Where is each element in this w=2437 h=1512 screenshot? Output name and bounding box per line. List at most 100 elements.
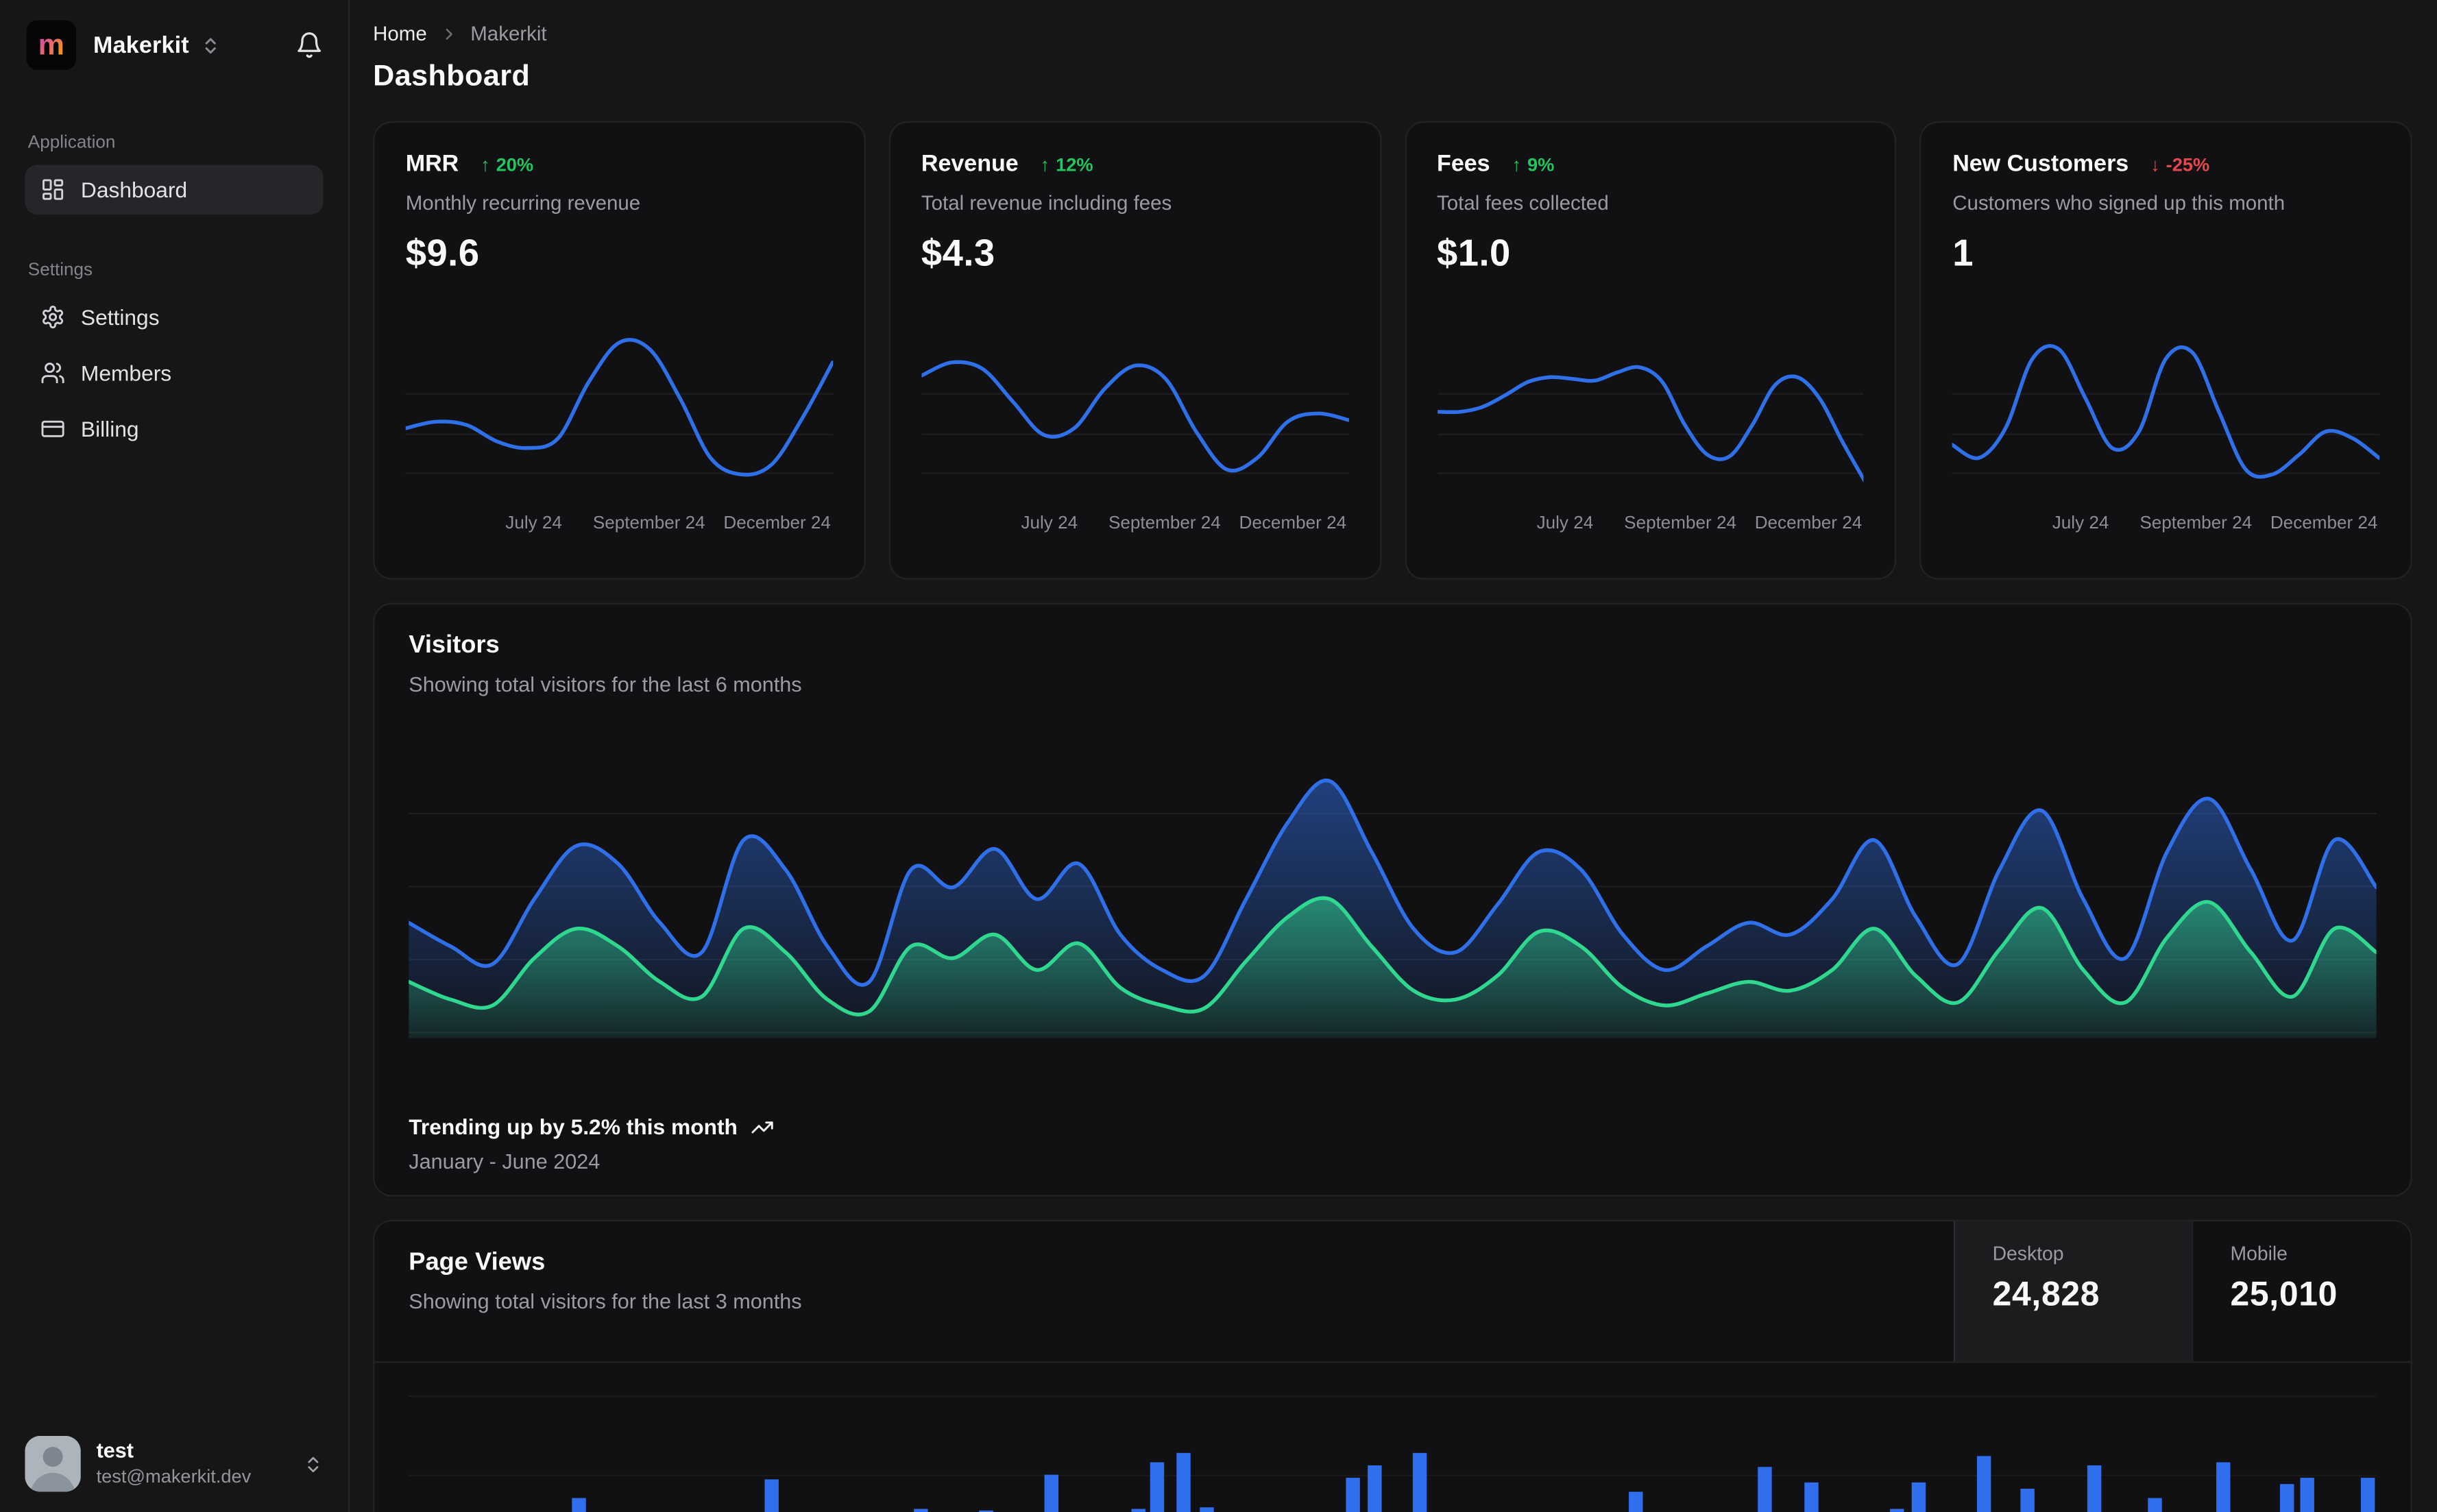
user-meta: test test@makerkit.dev (97, 1438, 252, 1489)
sparkline-chart-revenue[interactable] (921, 321, 1348, 502)
x-axis-tick: September 24 (2139, 514, 2253, 533)
stat-card-mrr: MRR ↑ 20% Monthly recurring revenue $9.6… (373, 121, 866, 580)
bar (2217, 1462, 2231, 1512)
chevron-right-icon (439, 24, 458, 42)
bar (1150, 1462, 1165, 1512)
visitors-footer: Trending up by 5.2% this month January -… (409, 1114, 773, 1173)
page-views-bar-chart[interactable] (409, 1363, 2377, 1512)
bar (1044, 1474, 1058, 1512)
notifications-bell-icon[interactable] (295, 31, 324, 59)
x-axis: July 24 September 24 December 24 (1952, 514, 2379, 539)
page-title: Dashboard (373, 60, 531, 94)
workspace-switcher[interactable]: m Makerkit (0, 0, 348, 87)
breadcrumb-current: Makerkit (470, 21, 547, 45)
line-chart-svg (406, 321, 833, 502)
trending-up-icon (750, 1115, 773, 1138)
makerkit-logo: m (25, 19, 78, 72)
visitors-title: Visitors (409, 632, 500, 659)
sidebar-item-members[interactable]: Members (25, 348, 323, 398)
sidebar-item-label: Members (80, 360, 172, 386)
makerkit-logo-letter: m (38, 28, 64, 62)
workspace-name: Makerkit (93, 32, 189, 59)
x-axis-tick: July 24 (1021, 514, 1078, 533)
stat-card-value: $9.6 (405, 233, 480, 276)
trend-value: 9% (1527, 153, 1555, 175)
arrow-up-icon: ↑ (480, 153, 490, 175)
x-axis-tick: December 24 (2270, 514, 2378, 533)
bar (1345, 1478, 1359, 1512)
tab-desktop-label: Desktop (1992, 1243, 2064, 1265)
visitors-footer-period: January - June 2024 (409, 1149, 601, 1173)
bar (1890, 1509, 1905, 1512)
bar (2020, 1488, 2035, 1512)
chevrons-up-down-icon[interactable] (200, 35, 220, 55)
sidebar: m Makerkit Application Dashboard Setting… (0, 0, 350, 1512)
tab-desktop[interactable]: Desktop 24,828 (1953, 1221, 2192, 1362)
sidebar-item-dashboard[interactable]: Dashboard (25, 164, 324, 215)
tab-mobile[interactable]: Mobile 25,010 (2191, 1221, 2411, 1362)
credit-card-icon (40, 417, 65, 441)
area-chart-svg (409, 733, 2377, 1038)
bar (2360, 1478, 2375, 1512)
dashboard-grid-icon (40, 177, 65, 202)
bar (2299, 1478, 2314, 1512)
x-axis-tick: December 24 (723, 514, 831, 533)
bar (1367, 1465, 1381, 1512)
stat-card-description: Customers who signed up this month (1952, 191, 2286, 215)
bar (1804, 1482, 1818, 1512)
tab-mobile-value: 25,010 (2230, 1274, 2338, 1313)
x-axis-tick: December 24 (1239, 514, 1347, 533)
stat-card-value: $1.0 (1437, 233, 1511, 276)
nav-section-label-settings: Settings (27, 260, 93, 280)
bar (1628, 1491, 1643, 1512)
bar (2279, 1484, 2294, 1512)
user-name: test (96, 1439, 134, 1463)
x-axis-tick: September 24 (592, 514, 705, 533)
trend-value: -25% (2166, 153, 2210, 175)
page-views-card: Page Views Showing total visitors for th… (373, 1219, 2412, 1512)
gridline (409, 1395, 2377, 1398)
trend-badge: ↑ 9% (1512, 153, 1554, 175)
stat-cards-row: MRR ↑ 20% Monthly recurring revenue $9.6… (373, 121, 2412, 580)
bar (1200, 1507, 1214, 1512)
arrow-up-icon: ↑ (1040, 153, 1050, 175)
bar (1976, 1456, 1991, 1512)
chevrons-up-down-icon (303, 1454, 323, 1474)
x-axis-tick: July 24 (1536, 514, 1594, 533)
sparkline-chart-mrr[interactable] (405, 321, 833, 502)
sparkline-chart-fees[interactable] (1437, 321, 1864, 502)
arrow-up-icon: ↑ (1512, 153, 1521, 175)
x-axis-tick: September 24 (1108, 514, 1221, 533)
stat-card-revenue: Revenue ↑ 12% Total revenue including fe… (888, 121, 1381, 580)
bar (1912, 1482, 1926, 1512)
stat-card-description: Monthly recurring revenue (405, 191, 641, 215)
user-menu[interactable]: test test@makerkit.dev (0, 1415, 348, 1512)
visitors-subtitle: Showing total visitors for the last 6 mo… (409, 672, 802, 696)
stat-card-description: Total revenue including fees (921, 191, 1172, 215)
stat-card-title: Revenue (921, 150, 1019, 178)
bar (1130, 1509, 1145, 1512)
breadcrumb: Home Makerkit (373, 22, 2412, 45)
breadcrumb-home-link[interactable]: Home (373, 22, 427, 45)
visitors-area-chart[interactable] (409, 733, 2377, 1038)
trend-value: 12% (1056, 153, 1093, 175)
visitors-card: Visitors Showing total visitors for the … (373, 602, 2412, 1197)
bar (1758, 1467, 1773, 1512)
app-window: m Makerkit Application Dashboard Setting… (0, 0, 2437, 1512)
sparkline-chart-new-customers[interactable] (1952, 321, 2380, 502)
tab-desktop-value: 24,828 (1992, 1274, 2100, 1313)
stat-card-fees: Fees ↑ 9% Total fees collected $1.0 July… (1404, 121, 1897, 580)
stat-card-title: New Customers (1952, 150, 2129, 178)
sidebar-item-label: Billing (80, 416, 139, 441)
nav-section-label-application: Application (27, 133, 116, 153)
sidebar-item-billing[interactable]: Billing (25, 404, 323, 454)
user-email: test@makerkit.dev (96, 1465, 252, 1487)
x-axis-tick: July 24 (2052, 514, 2109, 533)
x-axis-tick: December 24 (1754, 514, 1863, 533)
sidebar-item-settings[interactable]: Settings (25, 292, 323, 342)
sidebar-item-label: Settings (80, 304, 160, 330)
stat-card-description: Total fees collected (1437, 191, 1609, 215)
sidebar-item-label: Dashboard (80, 177, 188, 202)
bar (1176, 1452, 1191, 1512)
stat-card-value: $4.3 (921, 233, 995, 276)
